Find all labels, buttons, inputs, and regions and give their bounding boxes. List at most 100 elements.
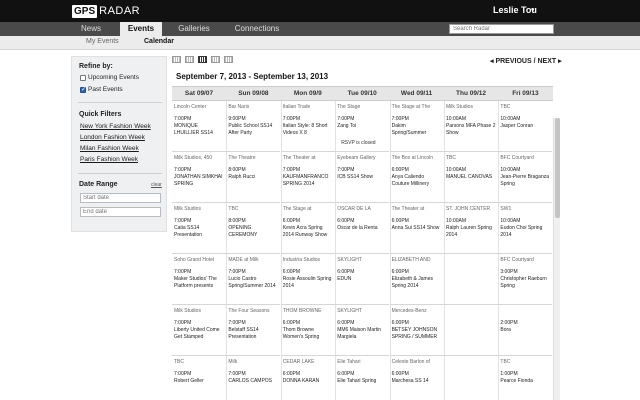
event-cell[interactable]: BFC Courtyard 10:00AM Jean-Pierre Braganza… [498, 152, 553, 203]
event-title[interactable]: Belstaff SS14 Presentation [228, 327, 278, 340]
event-title[interactable]: Oscar de la Renta [337, 225, 387, 232]
upcoming-events-label[interactable]: Upcoming Events [88, 74, 139, 81]
end-date-field[interactable] [80, 207, 161, 217]
event-title[interactable]: Liberty United Come Get Stamped [174, 327, 224, 340]
compact-list-icon[interactable] [185, 56, 194, 63]
event-cell[interactable]: TBC 8:00PM OPENING CEREMONY [226, 203, 281, 254]
event-cell[interactable]: Soho Grand Hotel 7:00PM Maker Studios' The… [172, 254, 226, 305]
event-title[interactable]: KAUFMANFRANCO SPRING 2014 [283, 174, 333, 187]
past-events-label[interactable]: Past Events [88, 86, 123, 93]
event-title[interactable]: Maker Studios' The Platform presents [174, 276, 224, 289]
tab-connections[interactable]: Connections [232, 22, 282, 36]
event-cell[interactable]: BFC Courtyard 3:00PM Christopher Raeburn S… [498, 254, 553, 305]
event-cell[interactable]: SKYLIGHT 6:00PM MM6 Maison Martin Margiela [335, 305, 390, 356]
event-title[interactable]: Christopher Raeburn Spring [500, 276, 550, 289]
event-title[interactable]: Lucio Castro Spring/Summer 2014 [228, 276, 278, 289]
week-view-icon[interactable] [198, 56, 207, 63]
event-title[interactable]: CARLOS CAMPOS [228, 378, 278, 385]
event-title[interactable]: Eudon Choi Spring 2014 [500, 225, 550, 238]
pager-prev-next[interactable]: ◂ PREVIOUS / NEXT ▸ [490, 57, 562, 65]
event-title[interactable]: Jasper Conran [500, 123, 550, 130]
event-title[interactable]: MANUEL CANOVAS [446, 174, 496, 181]
event-title[interactable]: Elie Tahari Spring [337, 378, 387, 385]
event-title[interactable]: Kevin Acra Spring 2014 Runway Show [283, 225, 333, 238]
event-title[interactable]: Public School SS14 After Party [228, 123, 278, 136]
event-cell[interactable]: ST. JOHN CENTER 10:00AM Ralph Lauren Sprin… [444, 203, 498, 254]
event-cell[interactable]: TBC 1:00PM Pearce Fionda [498, 356, 552, 400]
search-input[interactable] [449, 24, 554, 34]
tab-events[interactable]: Events [120, 22, 162, 36]
event-title[interactable]: Dakim Spring/Summer [392, 123, 442, 136]
event-cell[interactable]: Milk Studios, 450 7:00PM JONATHAN SIMKHAI … [172, 152, 226, 203]
grid-view-icon[interactable] [211, 56, 220, 63]
event-cell[interactable]: SKYLIGHT 6:00PM EDUN [335, 254, 390, 305]
calendar-icon[interactable] [224, 56, 233, 63]
event-title[interactable]: JONATHAN SIMKHAI SPRING [174, 174, 224, 187]
event-cell[interactable]: The Four Seasons 7:00PM Belstaff SS14 Pres… [226, 305, 281, 356]
quick-filter-paris[interactable]: Paris Fashion Week [80, 156, 138, 163]
event-cell[interactable]: TBC 7:00PM Robert Geller [172, 356, 226, 400]
event-title[interactable]: Italian Style: 8 Short Videos X 8 [283, 123, 333, 136]
event-cell[interactable]: Eyebeam Gallery 7:00PM ICB SS14 Show [335, 152, 390, 203]
event-title[interactable]: MONIQUE LHUILLIER SS14 [174, 123, 224, 136]
event-title[interactable]: Thom Browne Women's Spring [283, 327, 333, 340]
upcoming-events-checkbox[interactable] [80, 75, 86, 81]
event-cell[interactable]: The Stage at 6:00PM Kevin Acra Spring 2014… [280, 203, 335, 254]
quick-filter-new-york[interactable]: New York Fashion Week [80, 123, 151, 130]
subnav-calendar[interactable]: Calendar [144, 38, 174, 45]
calendar-scrollbar[interactable] [553, 118, 560, 400]
event-cell[interactable]: The Box at Lincoln 6:00PM Anya Caliendo Co… [389, 152, 444, 203]
event-cell[interactable]: OSCAR DE LA 6:00PM Oscar de la Renta [335, 203, 390, 254]
event-title[interactable]: Elizabeth & James Spring 2014 [392, 276, 442, 289]
event-title[interactable]: Ralph Lauren Spring 2014 [446, 225, 496, 238]
event-title[interactable]: Anna Sui SS14 Show [392, 225, 442, 232]
event-title[interactable]: Bora [500, 327, 550, 334]
event-cell[interactable]: The Theatre 8:00PM Ralph Rucci [226, 152, 281, 203]
tab-galleries[interactable]: Galleries [173, 22, 215, 36]
event-title[interactable]: MM6 Maison Martin Margiela [337, 327, 387, 340]
quick-filter-london[interactable]: London Fashion Week [80, 134, 145, 141]
list-view-icon[interactable] [172, 56, 181, 63]
event-cell[interactable]: Milk Studios 7:00PM Liberty United Come Ge… [172, 305, 226, 356]
event-cell[interactable]: Bar Naris 9:00PM Public School SS14 After … [226, 101, 281, 152]
event-cell[interactable]: TBC 10:00AM Jasper Conran [498, 101, 553, 152]
event-cell[interactable]: The Stage 7:00PM Zang Toi RSVP is closed [335, 101, 390, 152]
event-title[interactable]: DONNA KARAN [283, 378, 333, 385]
event-cell[interactable]: The Theater at 6:00PM Anna Sui SS14 Show [389, 203, 444, 254]
logo[interactable]: GPS RADAR [72, 4, 140, 18]
event-cell[interactable]: Milk Studios 7:00PM Catia SS14 Presentatio… [172, 203, 226, 254]
event-cell[interactable]: MADE at Milk 7:00PM Lucio Castro Spring/Su… [226, 254, 281, 305]
event-cell[interactable]: Celeste Barlon of 6:00PM Marchesa SS 14 [390, 356, 444, 400]
event-cell[interactable]: Milk 7:00PM CARLOS CAMPOS [226, 356, 280, 400]
event-title[interactable]: EDUN [337, 276, 387, 283]
event-title[interactable]: BETSEY JOHNSON SPRING / SUMMER [392, 327, 442, 340]
event-title[interactable]: Pearce Fionda [500, 378, 550, 385]
event-cell[interactable]: Lincoln Center 7:00PM MONIQUE LHUILLIER SS… [172, 101, 226, 152]
event-title[interactable]: Rosie Assoulin Spring 2014 [283, 276, 333, 289]
event-title[interactable]: Ralph Rucci [228, 174, 278, 181]
past-events-checkbox[interactable] [80, 86, 86, 93]
event-title[interactable]: Marchesa SS 14 [392, 378, 442, 385]
event-cell[interactable]: The Theater at 7:00PM KAUFMANFRANCO SPRING… [280, 152, 335, 203]
event-title[interactable]: OPENING CEREMONY [228, 225, 278, 238]
event-title[interactable]: Anya Caliendo Couture Millinery [392, 174, 442, 187]
event-title[interactable]: ICB SS14 Show [337, 174, 387, 181]
event-cell[interactable]: ELIZABETH AND 6:00PM Elizabeth & James Spr… [389, 254, 444, 305]
event-cell[interactable]: SW1 10:00AM Eudon Choi Spring 2014 [498, 203, 553, 254]
event-title[interactable]: Robert Geller [174, 378, 224, 385]
event-cell[interactable]: TBC 10:00AM MANUEL CANOVAS [444, 152, 498, 203]
event-cell[interactable]: Industria Studios 6:00PM Rosie Assoulin Sp… [280, 254, 335, 305]
event-cell[interactable]: Italian Trade 7:00PM Italian Style: 8 Shor… [280, 101, 335, 152]
scrollbar-thumb[interactable] [555, 118, 560, 218]
event-title[interactable]: Parsons MFA Phase 2 Show [446, 123, 496, 136]
chevron-down-icon[interactable]: ▾ [531, 6, 535, 14]
event-cell[interactable]: THOM BROWNE 6:00PM Thom Browne Women's Spr… [280, 305, 335, 356]
event-cell[interactable]: The Stage at The 7:00PM Dakim Spring/Summe… [389, 101, 444, 152]
start-date-field[interactable] [80, 193, 161, 203]
event-cell[interactable]: Elie Tahari 6:00PM Elie Tahari Spring [335, 356, 389, 400]
event-cell[interactable]: 2:00PM Bora [498, 305, 553, 356]
subnav-my-events[interactable]: My Events [86, 38, 119, 45]
event-title[interactable]: Jean-Pierre Braganza Spring [500, 174, 550, 187]
event-title[interactable]: Catia SS14 Presentation [174, 225, 224, 238]
event-cell[interactable]: Mercedes-Benz 6:00PM BETSEY JOHNSON SPRING… [389, 305, 444, 356]
